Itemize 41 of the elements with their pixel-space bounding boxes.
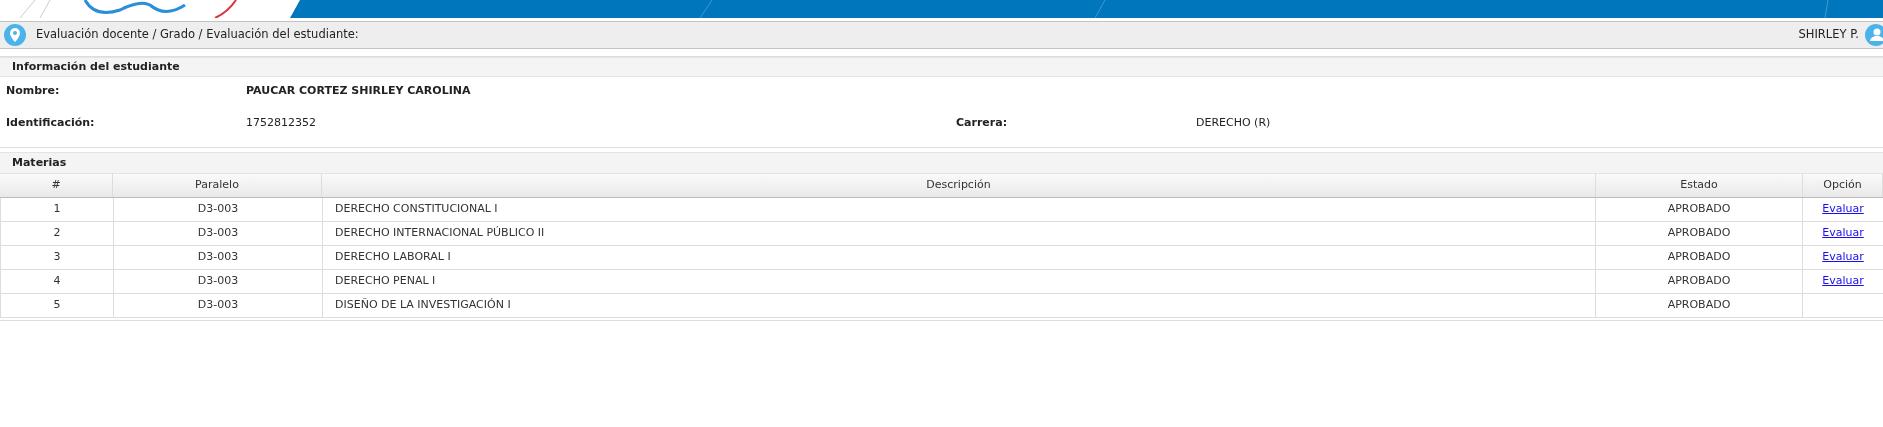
column-header: Paralelo [113, 174, 322, 197]
table-cell: DERECHO INTERNACIONAL PÚBLICO II [323, 222, 1596, 245]
field-value: 1752812352 [246, 114, 316, 131]
column-header: Estado [1596, 174, 1803, 197]
column-header: Opción [1803, 174, 1883, 197]
table-cell: 3 [1, 246, 114, 269]
table-cell: APROBADO [1596, 222, 1803, 245]
table-cell: APROBADO [1596, 270, 1803, 293]
table-cell: DERECHO PENAL I [323, 270, 1596, 293]
section-header: Información del estudiante [0, 57, 1883, 77]
column-header: # [0, 174, 113, 197]
field-value: DERECHO (R) [1196, 114, 1271, 131]
field-label: Identificación: [6, 114, 96, 131]
table-cell: D3-003 [114, 294, 323, 317]
table-cell: 2 [1, 222, 114, 245]
column-header: Descripción [322, 174, 1596, 197]
table-cell: DISEÑO DE LA INVESTIGACIÓN I [323, 294, 1596, 317]
table-cell: D3-003 [114, 198, 323, 221]
table-cell: DERECHO LABORAL I [323, 246, 1596, 269]
field-value: PAUCAR CORTEZ SHIRLEY CAROLINA [246, 82, 471, 99]
table-cell: 5 [1, 294, 114, 317]
table-cell: APROBADO [1596, 246, 1803, 269]
table-cell: D3-003 [114, 246, 323, 269]
user-name: SHIRLEY P. [1798, 26, 1859, 44]
evaluate-link[interactable]: Evaluar [1822, 201, 1864, 218]
evaluate-link[interactable]: Evaluar [1822, 225, 1864, 242]
table-cell: 1 [1, 198, 114, 221]
evaluate-link[interactable]: Evaluar [1822, 249, 1864, 266]
field-label: Carrera: [956, 114, 1009, 131]
user-avatar-icon[interactable] [1865, 24, 1883, 46]
table-cell: 4 [1, 270, 114, 293]
table-cell: DERECHO CONSTITUCIONAL I [323, 198, 1596, 221]
breadcrumb: Evaluación docente / Grado / Evaluación del estudiante: [36, 26, 359, 44]
table-cell: APROBADO [1596, 198, 1803, 221]
field-label: Nombre: [6, 82, 61, 99]
location-pin-icon [4, 24, 26, 46]
table-cell: APROBADO [1596, 294, 1803, 317]
section-header: Materias [0, 152, 1883, 174]
table-cell: D3-003 [114, 270, 323, 293]
table-cell: D3-003 [114, 222, 323, 245]
evaluate-link[interactable]: Evaluar [1822, 273, 1864, 290]
